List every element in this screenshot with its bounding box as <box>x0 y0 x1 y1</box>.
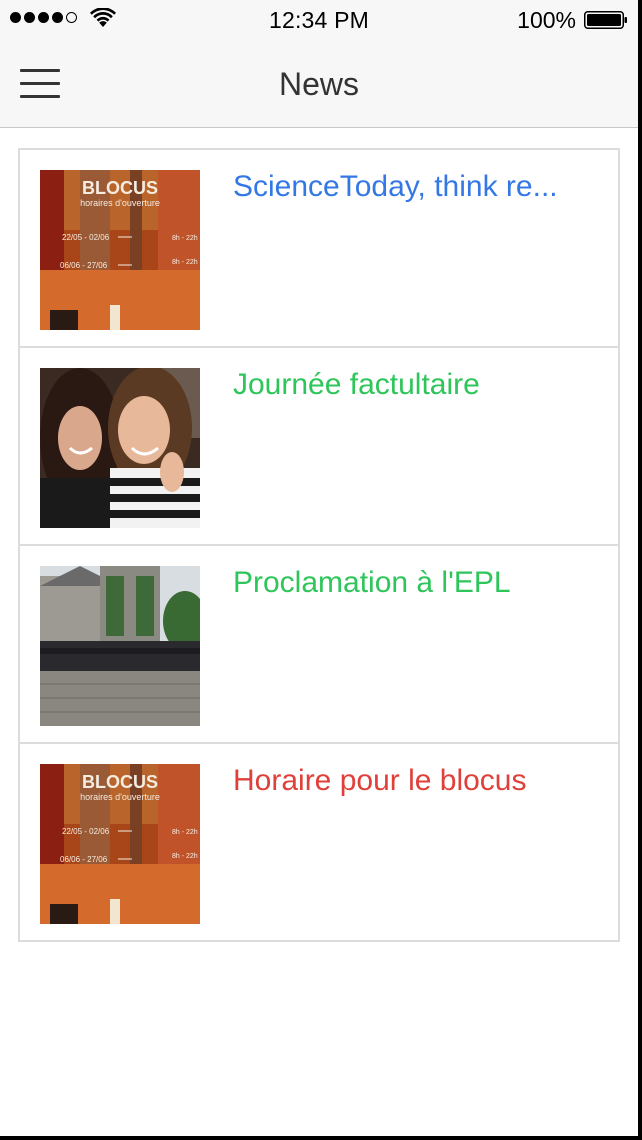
poster-row1-dates: 22/05 - 02/06 <box>62 827 110 836</box>
poster-subheading: horaires d'ouverture <box>80 198 160 208</box>
poster-row1-hours: 8h - 22h <box>172 235 198 242</box>
poster-row2-dates: 06/06 - 27/06 <box>60 261 108 270</box>
navigation-bar: News <box>0 40 638 128</box>
poster-subheading: horaires d'ouverture <box>80 792 160 802</box>
news-thumbnail-blocus-poster: BLOCUS horaires d'ouverture 22/05 - 02/0… <box>40 764 200 924</box>
app-screen: 12:34 PM 100% News BLOCUS horaires d'ouv… <box>0 0 642 1140</box>
poster-row2-dates: 06/06 - 27/06 <box>60 855 108 864</box>
poster-row1-hours: 8h - 22h <box>172 829 198 836</box>
news-thumbnail-group-photo <box>40 566 200 726</box>
news-title[interactable]: Proclamation à l'EPL <box>233 566 603 600</box>
news-item[interactable]: BLOCUS horaires d'ouverture 22/05 - 02/0… <box>20 744 618 940</box>
status-bar: 12:34 PM 100% <box>0 0 638 40</box>
news-title[interactable]: ScienceToday, think re... <box>233 170 603 204</box>
news-thumbnail-blocus-poster: BLOCUS horaires d'ouverture 22/05 - 02/0… <box>40 170 200 330</box>
news-title[interactable]: Horaire pour le blocus <box>233 764 603 798</box>
battery-percent: 100% <box>517 7 576 33</box>
news-item[interactable]: Proclamation à l'EPL <box>20 546 618 744</box>
news-thumbnail-students-photo <box>40 368 200 528</box>
page-title: News <box>278 66 359 102</box>
poster-row2-hours: 8h - 22h <box>172 853 198 860</box>
poster-heading: BLOCUS <box>82 178 158 198</box>
news-item[interactable]: Journée factultaire <box>20 348 618 546</box>
battery-icon <box>584 11 627 29</box>
poster-row1-dates: 22/05 - 02/06 <box>62 233 110 242</box>
poster-row2-hours: 8h - 22h <box>172 259 198 266</box>
poster-heading: BLOCUS <box>82 772 158 792</box>
news-item[interactable]: BLOCUS horaires d'ouverture 22/05 - 02/0… <box>20 150 618 348</box>
news-list: BLOCUS horaires d'ouverture 22/05 - 02/0… <box>18 148 620 942</box>
news-title[interactable]: Journée factultaire <box>233 368 603 402</box>
